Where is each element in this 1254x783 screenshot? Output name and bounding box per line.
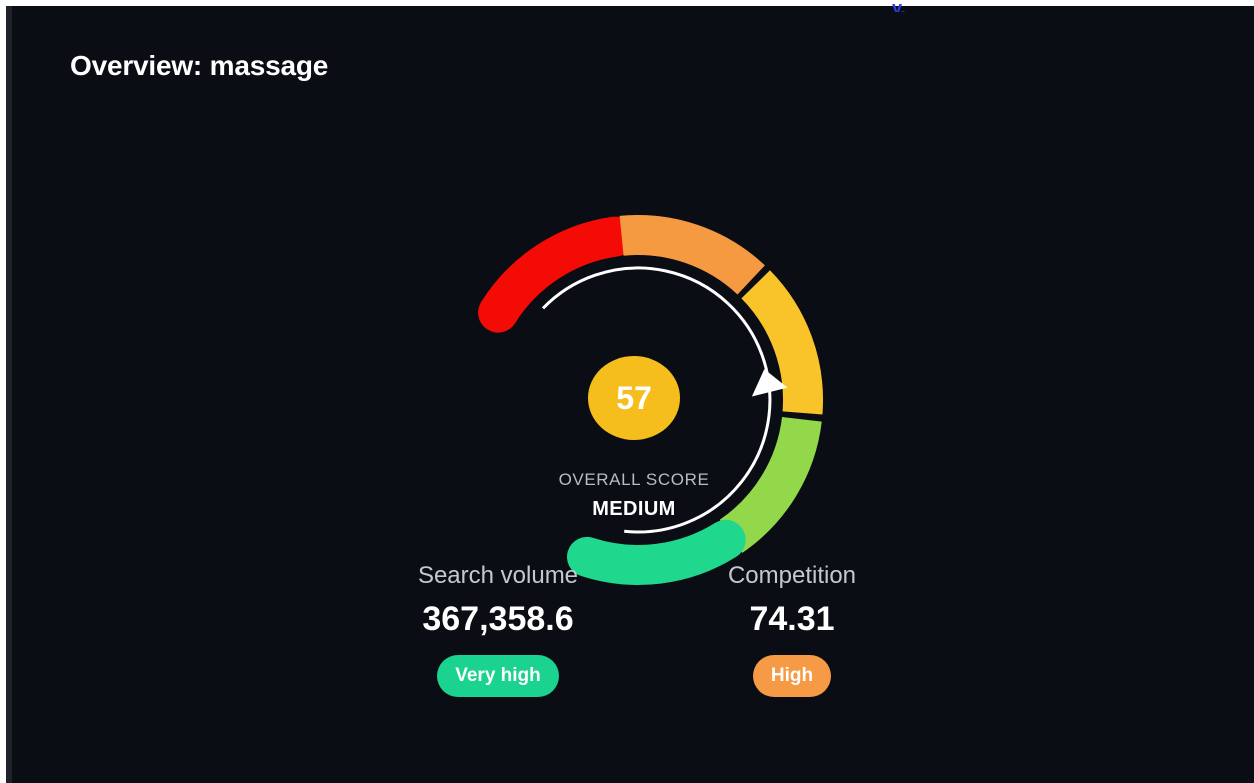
score-badge: 57 (588, 356, 680, 440)
search-volume-badge: Very high (437, 655, 559, 697)
competition-badge: High (752, 655, 832, 697)
search-volume-label: Search volume (417, 562, 579, 589)
competition-value: 74.31 (749, 600, 835, 638)
score-level: MEDIUM (592, 498, 676, 520)
search-volume-metric: Search volume 367,358.6 Very high (378, 562, 618, 697)
score-caption: OVERALL SCORE (558, 470, 710, 489)
gauge-segment-low (619, 215, 765, 295)
competition-metric: Competition 74.31 High (672, 562, 912, 697)
competition-label: Competition (727, 562, 857, 589)
search-volume-value: 367,358.6 (422, 600, 574, 638)
